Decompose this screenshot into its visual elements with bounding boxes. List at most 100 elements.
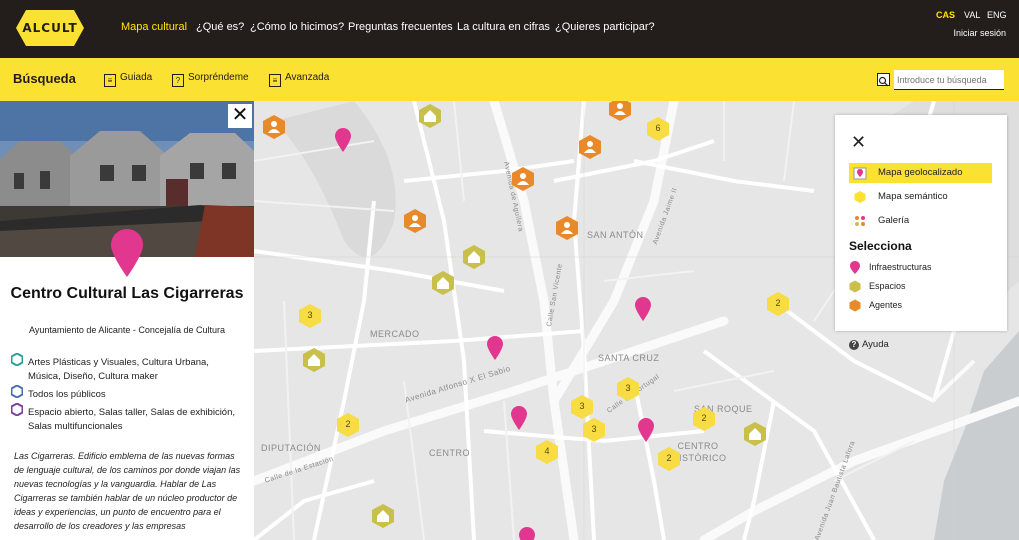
cluster-marker[interactable]: 2: [767, 292, 789, 316]
house-hex-icon: [849, 280, 861, 293]
view-galeria[interactable]: Galería: [849, 211, 992, 231]
infraestructura-pin[interactable]: [638, 418, 654, 442]
infraestructura-pin[interactable]: [511, 406, 527, 430]
infraestructura-pin[interactable]: [519, 527, 535, 540]
tab-sorprendeme-label: Sorpréndeme: [188, 72, 249, 83]
layer-label: Infraestructuras: [869, 262, 932, 272]
nav-cultura-en-cifras[interactable]: La cultura en cifras: [457, 21, 550, 33]
logo-text: ALCULT: [22, 21, 78, 35]
cluster-marker[interactable]: 4: [536, 440, 558, 464]
agente-marker[interactable]: [404, 209, 426, 233]
tab-avanzada[interactable]: ≡ Avanzada: [269, 72, 329, 87]
close-panel-button[interactable]: ✕: [228, 104, 252, 128]
map-label-san-anton: SAN ANTÓN: [587, 230, 644, 240]
cluster-count: 3: [591, 424, 597, 434]
cluster-marker[interactable]: 3: [299, 304, 321, 328]
view-mapa-semantico[interactable]: Mapa semántico: [849, 187, 992, 207]
infraestructura-pin[interactable]: [335, 128, 351, 152]
spaces-hex-icon: [11, 403, 23, 416]
search-icon[interactable]: [877, 73, 890, 87]
help-icon: ?: [849, 340, 859, 350]
person-hex-icon: [849, 299, 861, 312]
place-detail-panel: ✕ Centro Cultural Las Cigarreras Ayuntam…: [0, 101, 254, 540]
login-link[interactable]: Iniciar sesión: [953, 28, 1006, 38]
lang-val[interactable]: VAL: [964, 10, 980, 20]
nav-quieres-participar[interactable]: ¿Quieres participar?: [555, 21, 655, 33]
map-label-diputacion: DIPUTACIÓN: [261, 443, 321, 453]
place-title: Centro Cultural Las Cigarreras: [10, 285, 244, 302]
question-icon: ?: [172, 74, 184, 87]
agente-marker[interactable]: [512, 167, 534, 191]
search-title: Búsqueda: [13, 71, 76, 86]
view-label: Galería: [878, 215, 910, 226]
cluster-count: 2: [775, 298, 781, 308]
list-icon: ≡: [104, 74, 116, 87]
espacio-marker[interactable]: [463, 245, 485, 269]
cluster-count: 3: [625, 383, 631, 393]
cluster-count: 3: [307, 310, 313, 320]
nav-que-es[interactable]: ¿Qué es?: [196, 21, 244, 33]
feature-spaces: Espacio abierto, Salas taller, Salas de …: [28, 407, 236, 432]
close-legend-button[interactable]: ✕: [851, 132, 866, 153]
cluster-count: 6: [655, 123, 661, 133]
feature-disciplines: Artes Plásticas y Visuales, Cultura Urba…: [28, 357, 209, 382]
view-label: Mapa semántico: [878, 191, 948, 202]
gallery-icon: [855, 216, 865, 226]
tab-guiada[interactable]: ≡ Guiada: [104, 72, 152, 87]
lang-eng[interactable]: ENG: [987, 10, 1007, 20]
feature-audience: Todos los públicos: [28, 389, 106, 400]
infraestructura-pin[interactable]: [635, 297, 651, 321]
place-description: Las Cigarreras. Edificio emblema de las …: [14, 451, 241, 531]
tab-guiada-label: Guiada: [120, 72, 153, 83]
map-icon: [853, 167, 867, 180]
espacio-marker[interactable]: [303, 348, 325, 372]
pin-icon: [850, 261, 860, 274]
nav-como-lo-hicimos[interactable]: ¿Cómo lo hicimos?: [250, 21, 344, 33]
search-input[interactable]: [894, 70, 1004, 90]
place-subtitle: Ayuntamiento de Alicante - Concejalía de…: [29, 325, 225, 335]
cluster-count: 2: [666, 453, 672, 463]
cluster-count: 2: [345, 419, 351, 429]
help-label: Ayuda: [862, 339, 889, 350]
nav-mapa-cultural[interactable]: Mapa cultural: [121, 21, 187, 33]
cluster-count: 4: [544, 446, 550, 456]
discipline-hex-icon: [11, 353, 23, 366]
view-mapa-geolocalizado[interactable]: Mapa geolocalizado: [849, 163, 992, 183]
lang-cas[interactable]: CAS: [936, 10, 955, 20]
cluster-marker[interactable]: 2: [337, 413, 359, 437]
semantic-hex-icon: [854, 191, 866, 203]
audience-hex-icon: [11, 385, 23, 398]
cluster-marker[interactable]: 3: [571, 395, 593, 419]
selected-place-pin-icon: [111, 229, 143, 277]
tab-avanzada-label: Avanzada: [285, 72, 330, 83]
espacio-marker[interactable]: [744, 422, 766, 446]
espacio-marker[interactable]: [372, 504, 394, 528]
espacio-marker[interactable]: [432, 271, 454, 295]
alcult-logo[interactable]: ALCULT: [10, 6, 90, 50]
legend-panel: ✕ Mapa geolocalizado Mapa semántico Gale…: [835, 115, 1007, 331]
cluster-marker[interactable]: 2: [658, 447, 680, 471]
tab-sorprendeme[interactable]: ? Sorpréndeme: [172, 72, 249, 87]
cluster-count: 2: [701, 413, 707, 423]
help-link[interactable]: ? Ayuda: [849, 339, 889, 350]
top-navigation-bar: ALCULT Mapa cultural ¿Qué es? ¿Cómo lo h…: [0, 0, 1019, 58]
cluster-marker[interactable]: 3: [617, 377, 639, 401]
agente-marker[interactable]: [556, 216, 578, 240]
cluster-marker[interactable]: 2: [693, 407, 715, 431]
layer-label: Agentes: [869, 300, 903, 310]
view-label: Mapa geolocalizado: [878, 167, 963, 178]
cluster-count: 3: [579, 401, 585, 411]
search-bar: Búsqueda ≡ Guiada ? Sorpréndeme ≡ Avanzada: [0, 58, 1019, 101]
cluster-marker[interactable]: 3: [583, 418, 605, 442]
agente-marker[interactable]: [579, 135, 601, 159]
legend-heading: Selecciona: [849, 239, 912, 253]
map-label-santa-cruz: SANTA CRUZ: [598, 353, 660, 363]
nav-preguntas-frecuentes[interactable]: Preguntas frecuentes: [348, 21, 453, 33]
espacio-marker[interactable]: [419, 104, 441, 128]
agente-marker[interactable]: [263, 115, 285, 139]
agente-marker[interactable]: [609, 101, 631, 121]
map-label-centro: CENTRO: [429, 448, 470, 458]
infraestructura-pin[interactable]: [487, 336, 503, 360]
cluster-marker[interactable]: 6: [647, 117, 669, 141]
map-label-mercado: MERCADO: [370, 329, 420, 339]
